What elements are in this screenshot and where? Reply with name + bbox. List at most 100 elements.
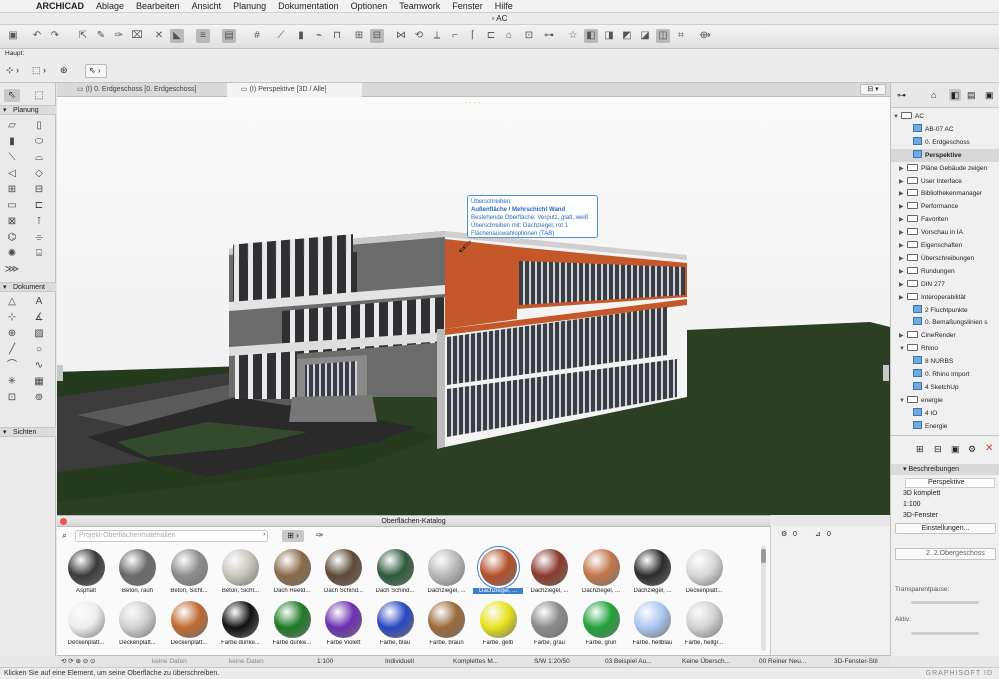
material-swatch[interactable]: Dach Schind... xyxy=(319,549,369,594)
disclosure-icon[interactable]: ▶ xyxy=(899,292,907,304)
disclosure-icon[interactable]: ▶ xyxy=(899,227,907,239)
group-icon[interactable]: ⊞ xyxy=(352,29,366,43)
pen-icon[interactable]: ▤ xyxy=(222,29,236,43)
inject-icon[interactable]: ✑ xyxy=(112,29,126,43)
object-icon[interactable]: ⊺ xyxy=(31,215,47,228)
shell-icon[interactable]: ⌓ xyxy=(31,151,47,164)
3d-view-icon[interactable]: ◩ xyxy=(620,29,634,43)
view-map-icon[interactable]: ◧ xyxy=(949,89,961,101)
clone-icon[interactable]: ⊟ xyxy=(934,444,942,455)
save-view-icon[interactable]: ▣ xyxy=(951,444,960,455)
nav-item[interactable]: ▶ Pläne Gebäude zeigen xyxy=(891,162,999,175)
menu-ansicht[interactable]: Ansicht xyxy=(186,1,228,11)
fillet-icon[interactable]: ⌐ xyxy=(448,29,462,43)
menu-bearbeiten[interactable]: Bearbeiten xyxy=(130,1,186,11)
mvo-selector[interactable]: 03 Beispiel Au... xyxy=(605,656,652,667)
settings-button[interactable]: Einstellungen... xyxy=(895,523,996,534)
dimension-icon[interactable]: △ xyxy=(4,295,20,308)
lamp-icon[interactable]: ✺ xyxy=(4,247,20,260)
material-swatch[interactable]: Dachziegel, ... xyxy=(628,549,678,594)
zone-icon[interactable]: ⌬ xyxy=(4,231,20,244)
transparency-slider[interactable] xyxy=(911,601,979,604)
roof-icon[interactable]: ⌂ xyxy=(502,29,516,43)
material-swatch[interactable]: Farbe, gelb xyxy=(473,601,523,646)
redo-icon[interactable]: ↷ xyxy=(48,29,62,43)
3d-style-selector[interactable]: 3D-Fenster-Stil xyxy=(834,656,878,667)
window-list-button[interactable]: ⊟ ▾ xyxy=(860,84,886,95)
disclosure-icon[interactable]: ▼ xyxy=(899,343,907,355)
nav-item[interactable]: ▼ Rhino xyxy=(891,342,999,355)
material-swatch[interactable]: Dach Schind... xyxy=(370,549,420,594)
menu-optionen[interactable]: Optionen xyxy=(345,1,394,11)
disclosure-icon[interactable]: ▶ xyxy=(899,214,907,226)
marquee-select-icon[interactable]: ⬚ xyxy=(31,89,47,102)
aktiv-slider[interactable] xyxy=(911,632,979,635)
nav-item[interactable]: ▶ Favoriten xyxy=(891,213,999,226)
material-swatch[interactable]: Farbe dunke... xyxy=(216,601,266,646)
roof-tool-icon[interactable]: ⟍ xyxy=(4,151,20,164)
lock-icon[interactable]: ⊓ xyxy=(330,29,344,43)
adjust-icon[interactable]: ⌈ xyxy=(466,29,480,43)
catalog-scrollbar[interactable] xyxy=(761,546,766,651)
nav-item[interactable]: ▶ Vorschau in IA xyxy=(891,226,999,239)
nav-item[interactable]: 4 SketchUp xyxy=(891,381,999,394)
door-icon[interactable]: ⊞ xyxy=(4,183,20,196)
disclosure-icon[interactable]: ▶ xyxy=(899,163,907,175)
nav-item[interactable]: ▶ Bibliothekenmanager xyxy=(891,187,999,200)
menu-dokumentation[interactable]: Dokumentation xyxy=(272,1,345,11)
label-icon[interactable]: ⊕ xyxy=(4,327,20,340)
intersect-icon[interactable]: ⊏ xyxy=(484,29,498,43)
chevron-right-icon[interactable]: › xyxy=(263,531,265,538)
cross-icon[interactable]: ✕ xyxy=(152,29,166,43)
beam-icon[interactable]: ▮ xyxy=(4,135,20,148)
props-header[interactable]: ▾ Beschreibungen xyxy=(891,464,999,475)
morph-icon[interactable]: ◁ xyxy=(4,167,20,180)
disclosure-icon[interactable]: ▼ xyxy=(899,395,907,407)
terrain-icon[interactable]: ⋙ xyxy=(4,263,20,276)
nav-item[interactable]: AB-07 AC xyxy=(891,123,999,136)
brush-icon[interactable]: ⌧ xyxy=(130,29,144,43)
catalog-search-input[interactable]: Projekt-Oberflächenmaterialien xyxy=(75,530,268,542)
layer-icon[interactable]: ◣ xyxy=(170,29,184,43)
delete-icon[interactable]: ✕ xyxy=(985,443,993,454)
arrow-tool-icon[interactable]: ⇱ xyxy=(76,29,90,43)
nav-item[interactable]: ▶ User Interface xyxy=(891,175,999,188)
nav-item[interactable]: Perspektive xyxy=(891,148,999,162)
stretch-icon[interactable]: ⊶ xyxy=(542,29,556,43)
material-swatch[interactable]: Dachziegel, ... xyxy=(473,549,523,594)
material-swatch[interactable]: Beton, Sicht... xyxy=(216,549,266,594)
slab-icon[interactable]: ⬭ xyxy=(31,135,47,148)
column-icon[interactable]: ▯ xyxy=(31,119,47,132)
material-swatch[interactable]: Farbe, braun xyxy=(422,601,472,646)
polyline-icon[interactable]: ⌒ xyxy=(4,359,20,372)
model-view-selector[interactable]: Komplettes M... xyxy=(453,656,498,667)
material-swatch[interactable]: Farbe dunke... xyxy=(267,601,317,646)
selection-method-icon[interactable]: ⊹ › xyxy=(6,65,19,76)
renovation-selector[interactable]: 00 Reiner Neu... xyxy=(759,656,806,667)
spline-icon[interactable]: ∿ xyxy=(31,359,47,372)
nav-item[interactable]: ▶ Interoperabilität xyxy=(891,291,999,304)
material-swatch[interactable]: Dachziegel, ... xyxy=(525,549,575,594)
line-type-icon[interactable]: ≡ xyxy=(196,29,210,43)
material-swatch[interactable]: Deckenplatt... xyxy=(679,549,729,594)
nav-item[interactable]: 0. Rhino Import xyxy=(891,368,999,381)
nav-item[interactable]: ▶ Eigenschaften xyxy=(891,239,999,252)
split-icon[interactable]: ⋈ xyxy=(394,29,408,43)
menu-teamwork[interactable]: Teamwork xyxy=(393,1,446,11)
camera-icon[interactable]: ⊚ xyxy=(31,391,47,404)
material-swatch[interactable]: Dachziegel, ... xyxy=(422,549,472,594)
tab-perspektive[interactable]: ▭ (I) Perspektive [3D / Alle] xyxy=(227,83,362,97)
skylight-icon[interactable]: ◇ xyxy=(31,167,47,180)
storey-field[interactable]: 2. 2.Obergeschoss xyxy=(895,548,996,560)
disclosure-icon[interactable]: ▶ xyxy=(899,330,907,342)
material-swatch[interactable]: Farbe, blau xyxy=(370,601,420,646)
nav-item[interactable]: ▶ CineRender xyxy=(891,329,999,342)
material-swatch[interactable]: Farbe, grau xyxy=(525,601,575,646)
trim-icon[interactable]: ⟲ xyxy=(412,29,426,43)
view-name-field[interactable]: Perspektive xyxy=(905,478,995,488)
tab-erdgeschoss[interactable]: ▭ (I) 0. Erdgeschoss [0. Erdgeschoss] xyxy=(63,83,223,97)
marker-icon[interactable]: ▮ xyxy=(294,29,308,43)
navigation-icons[interactable]: ⟲ ⟳ ⊕ ⊖ ⊙ xyxy=(61,656,95,667)
stair-icon[interactable]: ⊏ xyxy=(31,199,47,212)
pen-set-selector[interactable]: S/W 1:20/50 xyxy=(534,656,570,667)
